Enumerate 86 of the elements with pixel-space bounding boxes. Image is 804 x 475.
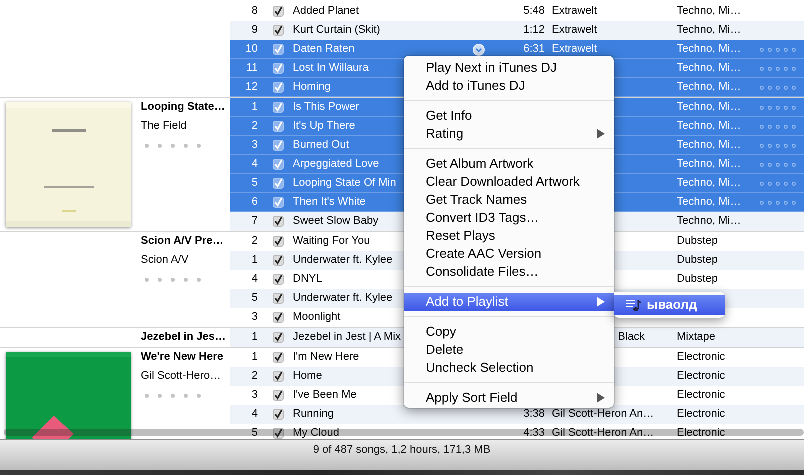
track-number: 10 [246, 42, 258, 57]
track-genre: Techno, Mi… [677, 100, 742, 115]
track-genre: Techno, Mi… [677, 195, 742, 210]
track-number: 6 [252, 195, 258, 210]
album-title: Scion A/V Pre… [141, 234, 224, 249]
track-number: 5 [252, 426, 258, 439]
track-number: 1 [252, 330, 258, 345]
track-time: 3:38 [524, 407, 545, 422]
album-artist: Scion A/V [141, 253, 189, 268]
track-genre: Techno, Mi… [677, 138, 742, 153]
track-number: 2 [252, 234, 258, 249]
album-title: Jezebel in Jes… [141, 330, 226, 345]
track-number: 2 [252, 369, 258, 384]
track-artist: Gil Scott-Heron An… [552, 407, 654, 422]
track-time: 5:48 [524, 4, 545, 19]
track-genre: Techno, Mi… [677, 80, 742, 95]
track-genre: Dubstep [677, 234, 718, 249]
track-number: 5 [252, 176, 258, 191]
track-number: 12 [246, 80, 258, 95]
track-title: Running [293, 407, 334, 422]
track-genre: Techno, Mi… [677, 61, 742, 76]
track-title: Lost In Willaura [293, 61, 369, 76]
track-number: 3 [252, 388, 258, 403]
track-artist: Extrawelt [552, 23, 598, 38]
track-title: Burned Out [293, 138, 350, 153]
track-genre: Electronic [677, 350, 726, 365]
album-artist: Gil Scott-Hero… [141, 369, 222, 384]
track-title: My Cloud [293, 426, 340, 439]
track-number: 8 [252, 4, 258, 19]
track-title: I've Been Me [293, 388, 357, 403]
track-title: Waiting For You [293, 234, 370, 249]
track-title: DNYL [293, 272, 322, 287]
track-title: Home [293, 369, 322, 384]
track-number: 3 [252, 138, 258, 153]
track-genre: Dubstep [677, 253, 718, 268]
track-title: Then It's White [293, 195, 366, 210]
track-title: Added Planet [293, 4, 360, 19]
track-number: 3 [252, 310, 258, 325]
track-title: Underwater ft. Kylee [293, 291, 393, 306]
track-genre: Techno, Mi… [677, 23, 742, 38]
album-artist: The Field [141, 119, 187, 134]
track-title: I'm New Here [293, 350, 360, 365]
track-number: 9 [252, 23, 258, 38]
track-time: 1:12 [524, 23, 545, 38]
track-genre: Techno, Mi… [677, 176, 742, 191]
track-genre: Dubstep [677, 272, 718, 287]
track-artist: Gil Scott-Heron An… [552, 426, 654, 439]
track-time: 6:31 [524, 42, 545, 57]
track-title: Sweet Slow Baby [293, 214, 379, 229]
track-genre: Electronic [677, 407, 726, 422]
track-genre: Mixtape [677, 330, 716, 345]
track-title: Is This Power [293, 100, 360, 115]
track-number: 7 [252, 214, 258, 229]
track-genre: Techno, Mi… [677, 42, 742, 57]
album-title: Looping State… [141, 100, 226, 115]
track-title: It's Up There [293, 119, 356, 134]
track-genre: Electronic [677, 369, 726, 384]
track-number: 4 [252, 157, 258, 172]
track-number: 11 [246, 61, 258, 76]
track-number: 2 [252, 119, 258, 134]
track-title: Daten Raten [293, 42, 355, 57]
album-title: We're New Here [141, 350, 224, 365]
track-genre: Techno, Mi… [677, 119, 742, 134]
track-number: 1 [252, 253, 258, 268]
status-text: 9 of 487 songs, 1,2 hours, 171,3 MB [313, 443, 491, 458]
track-genre: Techno, Mi… [677, 4, 742, 19]
track-genre: Electronic [677, 388, 726, 403]
track-artist: Extrawelt [552, 4, 598, 19]
track-number: 5 [252, 291, 258, 306]
track-title: Arpeggiated Love [293, 157, 380, 172]
track-number: 1 [252, 100, 258, 115]
track-title: Underwater ft. Kylee [293, 253, 393, 268]
track-number: 1 [252, 350, 258, 365]
track-title: Jezebel in Jest | A Mix [293, 330, 402, 345]
track-number: 4 [252, 407, 258, 422]
track-time: 4:33 [524, 426, 545, 439]
track-genre: Electronic [677, 426, 726, 439]
track-number: 4 [252, 272, 258, 287]
track-genre: Techno, Mi… [677, 214, 742, 229]
track-title: Moonlight [293, 310, 341, 325]
track-artist: Black [618, 330, 645, 345]
track-title: Kurt Curtain (Skit) [293, 23, 380, 38]
track-genre: Techno, Mi… [677, 157, 742, 172]
track-artist: Extrawelt [552, 42, 598, 57]
track-title: Homing [293, 80, 331, 95]
track-title: Looping State Of Min [293, 176, 396, 191]
